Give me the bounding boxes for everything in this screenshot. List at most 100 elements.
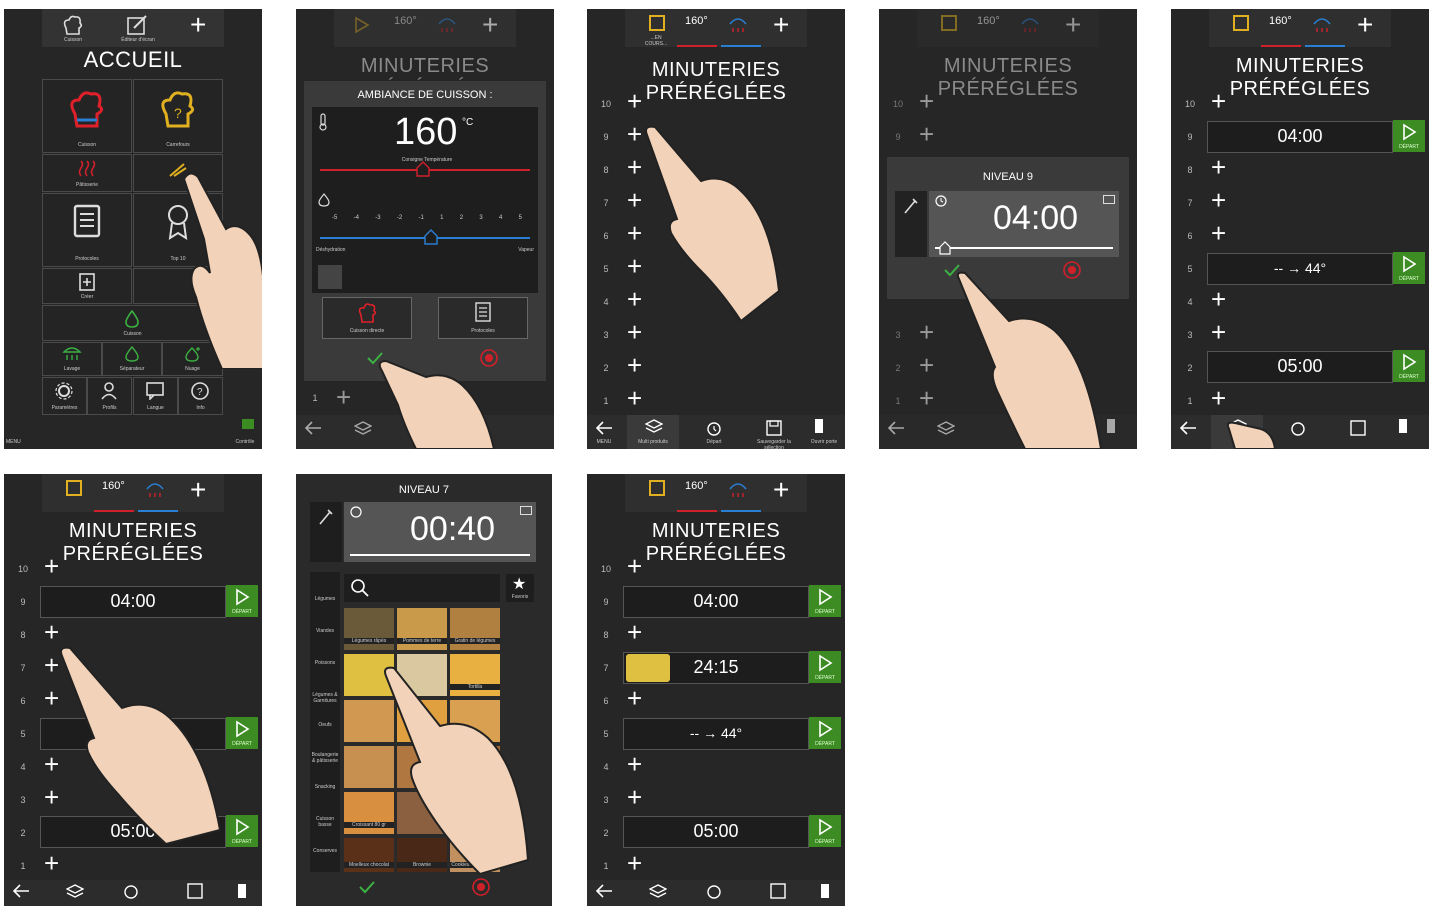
add-level-icon[interactable]: + — [1211, 220, 1226, 246]
timer-row-7[interactable]: 24:15 — [623, 652, 809, 684]
add-level-icon[interactable]: + — [627, 286, 642, 312]
add-level-icon[interactable]: + — [627, 553, 642, 579]
add-icon[interactable]: + — [1065, 11, 1081, 39]
alarm-clock-icon[interactable] — [705, 882, 723, 900]
add-level-icon[interactable]: + — [627, 253, 642, 279]
add-level-icon[interactable]: + — [1211, 187, 1226, 213]
temperature-badge[interactable]: 160° — [102, 480, 125, 492]
add-level-icon[interactable]: + — [919, 352, 934, 378]
start-button[interactable]: DÉPART — [809, 585, 841, 617]
timer-value[interactable]: 00:40 — [410, 510, 495, 549]
food-tile[interactable]: Pommes de terre — [397, 608, 447, 650]
steam-icon[interactable] — [725, 14, 751, 36]
add-level-icon[interactable]: + — [919, 385, 934, 411]
add-icon[interactable]: + — [773, 476, 789, 504]
timer-row-9[interactable]: 04:00 — [1207, 121, 1393, 153]
keyboard-icon[interactable] — [520, 506, 532, 515]
back-arrow-icon[interactable] — [1179, 421, 1197, 435]
program-square-icon[interactable] — [649, 480, 665, 496]
add-icon[interactable]: + — [482, 11, 498, 39]
start-button[interactable]: DÉPART — [809, 651, 841, 683]
open-door-button[interactable] — [238, 884, 246, 898]
timer-slider[interactable] — [350, 554, 530, 556]
add-level-icon[interactable]: + — [44, 850, 59, 876]
add-level-icon[interactable]: + — [44, 553, 59, 579]
cancel-icon[interactable] — [472, 878, 490, 896]
category-item[interactable]: Cuisson basse — [310, 816, 340, 828]
back-arrow-icon[interactable] — [304, 421, 322, 435]
add-icon[interactable]: + — [190, 11, 206, 39]
add-level-icon[interactable]: + — [919, 88, 934, 114]
steam-icon[interactable] — [142, 479, 168, 501]
add-level-icon[interactable]: + — [627, 352, 642, 378]
tile-cuisson[interactable]: Cuisson — [42, 79, 132, 153]
language-button[interactable]: Langue — [133, 377, 178, 415]
back-arrow-icon[interactable] — [595, 884, 613, 898]
start-button[interactable]: DÉPART — [226, 815, 258, 847]
add-icon[interactable]: + — [773, 11, 789, 39]
category-item[interactable]: Légumes & Garnitures — [310, 692, 340, 704]
temperature-badge[interactable]: 160° — [394, 15, 417, 27]
add-level-icon[interactable]: + — [627, 619, 642, 645]
add-level-icon[interactable]: + — [627, 319, 642, 345]
steam-icon[interactable] — [434, 14, 460, 36]
timer-row-2[interactable]: 05:00 — [623, 816, 809, 848]
probe-tab[interactable] — [310, 502, 342, 562]
slider-thumb-icon[interactable] — [416, 161, 430, 177]
category-item[interactable]: Boulangerie & pâtisserie — [310, 752, 340, 764]
fan-button[interactable] — [318, 265, 342, 289]
save-icon[interactable] — [186, 882, 204, 900]
add-level-icon[interactable]: + — [627, 685, 642, 711]
add-level-icon[interactable]: + — [627, 121, 642, 147]
steam-icon[interactable] — [1309, 14, 1335, 36]
protocoles-button[interactable]: Protocoles — [438, 297, 528, 339]
category-item[interactable]: Viandes — [310, 628, 340, 634]
play-icon[interactable] — [348, 14, 374, 36]
timer-slider[interactable] — [935, 247, 1113, 249]
start-button[interactable]: DÉPART — [226, 585, 258, 617]
category-item[interactable]: Oeufs — [310, 722, 340, 728]
steam-icon[interactable] — [1017, 14, 1043, 36]
layers-icon[interactable] — [66, 884, 84, 900]
timer-value[interactable]: 04:00 — [993, 199, 1078, 238]
probe-tab[interactable] — [895, 191, 927, 257]
add-level-icon[interactable]: + — [627, 154, 642, 180]
open-door-button[interactable] — [815, 419, 823, 433]
food-tile[interactable]: Légumes râpés — [344, 608, 394, 650]
add-level-icon[interactable]: + — [627, 850, 642, 876]
program-square-icon[interactable] — [1233, 15, 1249, 31]
add-level-icon[interactable]: + — [336, 384, 351, 410]
keyboard-icon[interactable] — [1103, 195, 1115, 204]
category-item[interactable]: Poissons — [310, 660, 340, 666]
tile-protocoles[interactable]: Protocoles — [42, 193, 132, 267]
timer-row-9[interactable]: 04:00 — [623, 586, 809, 618]
favorites-button[interactable]: ★ Favoris — [506, 574, 534, 602]
start-button[interactable]: DÉPART — [1393, 350, 1425, 382]
program-square-icon[interactable] — [941, 15, 957, 31]
multi-products-button[interactable]: Multi produits — [627, 415, 679, 449]
alarm-clock-icon[interactable] — [1289, 419, 1307, 437]
timer-row-5[interactable]: -- → 44° — [1207, 253, 1393, 285]
save-icon[interactable] — [765, 419, 783, 437]
add-level-icon[interactable]: + — [627, 220, 642, 246]
layers-icon[interactable] — [649, 884, 667, 900]
back-arrow-icon[interactable] — [12, 884, 30, 898]
timer-row-5[interactable]: -- → 44° — [623, 718, 809, 750]
add-icon[interactable]: + — [190, 476, 206, 504]
control-button[interactable] — [242, 419, 254, 429]
start-button[interactable]: DÉPART — [809, 717, 841, 749]
layers-icon[interactable] — [354, 421, 372, 437]
category-item[interactable]: Snacking — [310, 784, 340, 790]
add-level-icon[interactable]: + — [627, 385, 642, 411]
open-door-button[interactable] — [821, 884, 829, 898]
profiles-button[interactable]: Profils — [87, 377, 132, 415]
timer-row-2[interactable]: 05:00 — [1207, 351, 1393, 383]
tile-separateur[interactable]: Séparateur — [102, 342, 162, 376]
tile-carrefours[interactable]: ? Carrefours — [133, 79, 223, 153]
cuisson-directe-button[interactable]: Cuisson directe — [322, 297, 412, 339]
edit-icon[interactable] — [124, 14, 150, 36]
temperature-badge[interactable]: 160° — [685, 480, 708, 492]
tile-creer[interactable]: Créer — [42, 268, 132, 304]
add-level-icon[interactable]: + — [1211, 154, 1226, 180]
category-item[interactable]: Conserves — [310, 848, 340, 854]
